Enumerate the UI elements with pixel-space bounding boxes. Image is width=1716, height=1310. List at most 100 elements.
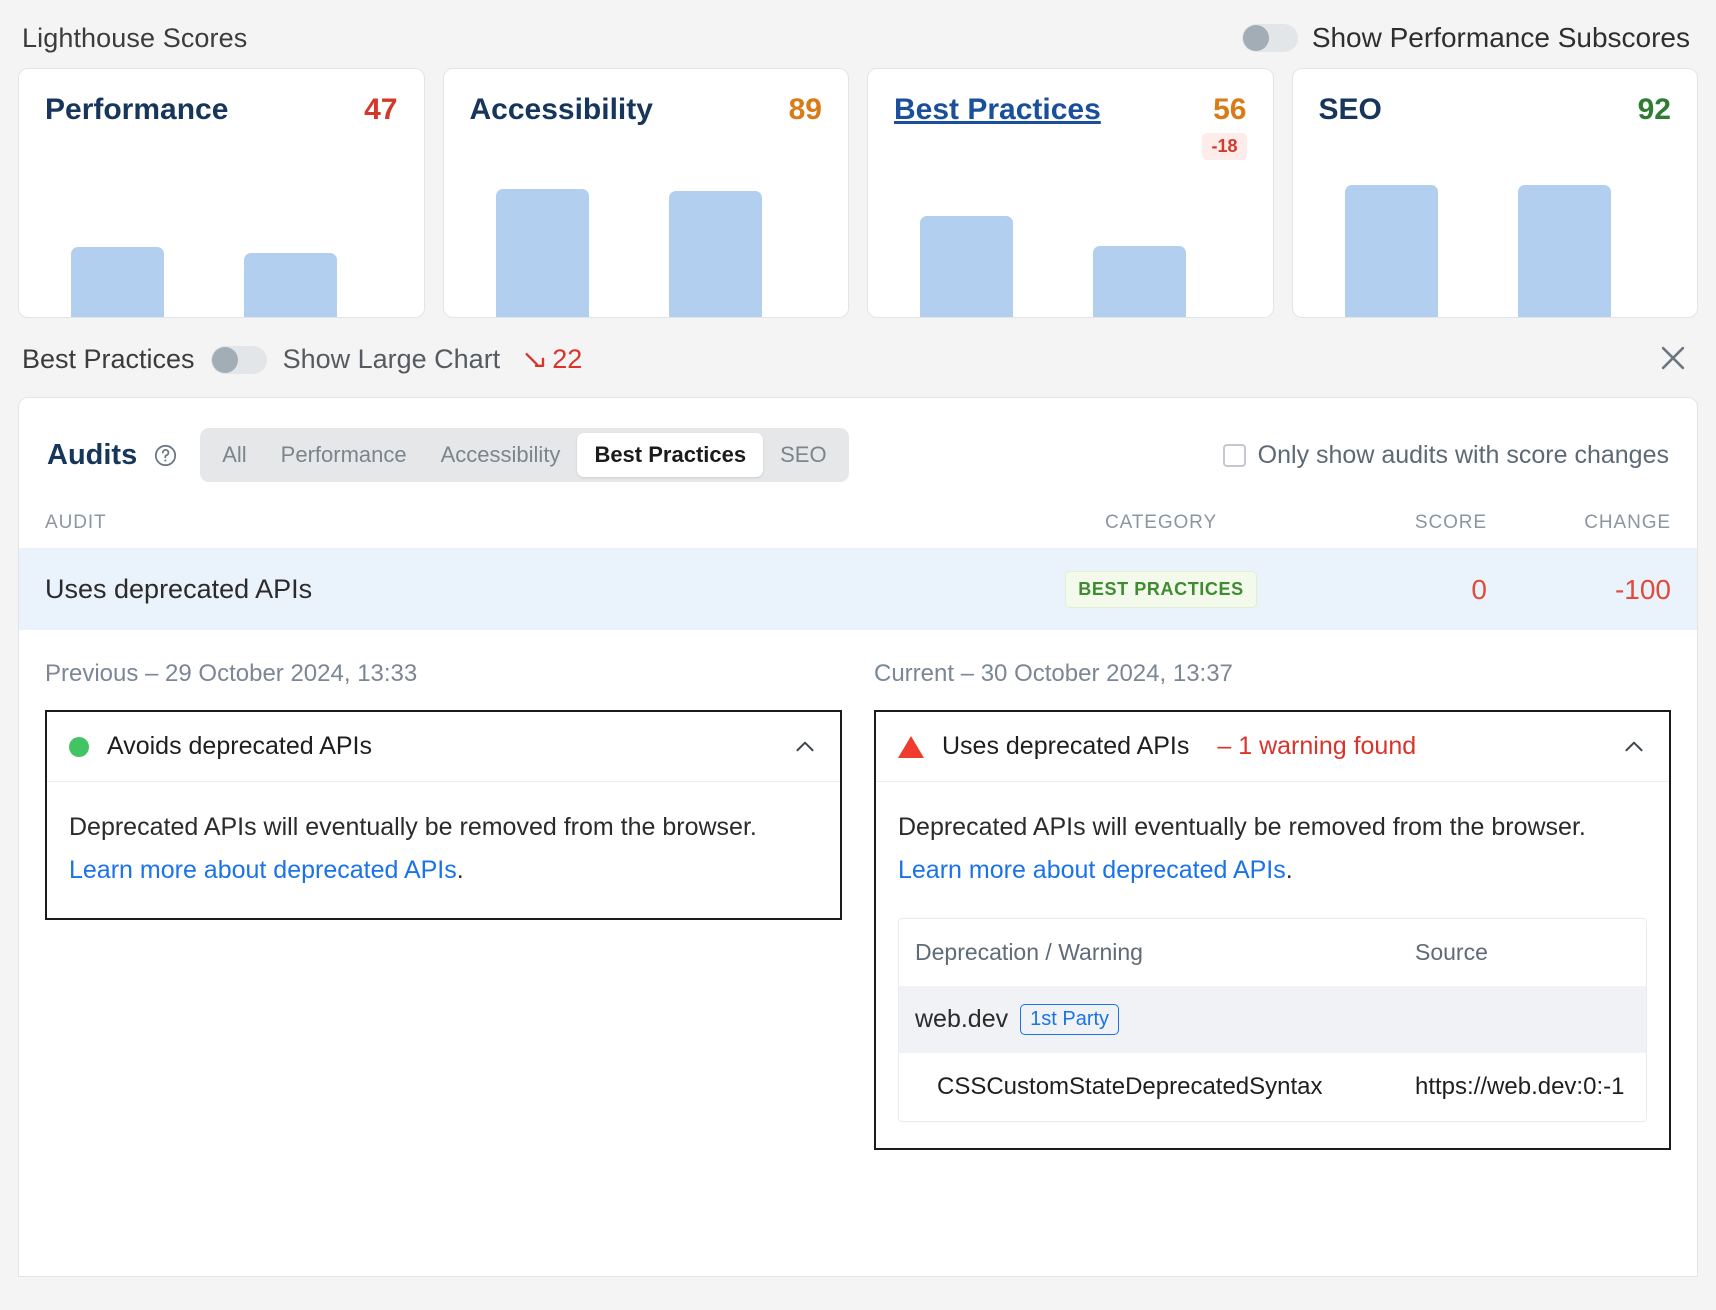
audits-toolbar-left: Audits All Performance Accessibility Bes… [47, 428, 849, 482]
column-header-score: SCORE [1414, 512, 1487, 533]
audit-category-cell: BEST PRACTICES [1011, 571, 1311, 608]
score-card-seo[interactable]: SEO 92 [1291, 68, 1698, 318]
audits-category-tabs[interactable]: All Performance Accessibility Best Pract… [200, 428, 849, 482]
tab-accessibility[interactable]: Accessibility [424, 433, 578, 477]
current-timestamp: Current – 30 October 2024, 13:37 [874, 660, 1233, 687]
chevron-up-icon[interactable] [792, 734, 818, 760]
card-header: SEO 92 [1293, 69, 1698, 125]
show-performance-subscores-label: Show Performance Subscores [1311, 22, 1690, 53]
toggle-knob [211, 346, 238, 373]
audits-title: Audits [47, 438, 138, 471]
current-audit-card-header[interactable]: Uses deprecated APIs – 1 warning found [876, 712, 1669, 782]
previous-description-tail: . [456, 856, 464, 884]
group-domain: web.dev [915, 1005, 1009, 1033]
bar-previous [1344, 185, 1438, 317]
previous-audit-card: Avoids deprecated APIs Deprecated APIs w… [45, 710, 842, 920]
previous-timestamp: Previous – 29 October 2024, 13:33 [45, 660, 418, 687]
current-description-text: Deprecated APIs will eventually be remov… [898, 813, 1586, 841]
card-score-group: 92 [1638, 95, 1671, 125]
audit-name: Uses deprecated APIs [45, 574, 313, 604]
score-card-best-practices[interactable]: Best Practices 56 -18 [867, 68, 1274, 318]
bar-current [1093, 246, 1186, 317]
table-row[interactable]: Uses deprecated APIs BEST PRACTICES 0 -1… [19, 549, 1697, 630]
previous-learn-more-link[interactable]: Learn more about deprecated APIs [69, 856, 457, 884]
deprecation-source: https://web.dev:0:-1 [1415, 1073, 1625, 1100]
tab-all[interactable]: All [205, 433, 263, 477]
deprecation-row: CSSCustomStateDeprecatedSyntax https://w… [899, 1053, 1646, 1121]
previous-description: Deprecated APIs will eventually be remov… [69, 806, 818, 892]
section-header: Best Practices Show Large Chart 22 [0, 318, 1716, 397]
column-header-category: CATEGORY [1104, 512, 1218, 533]
current-description: Deprecated APIs will eventually be remov… [898, 806, 1647, 892]
only-show-score-changes-checkbox[interactable] [1222, 443, 1246, 467]
trend-down-arrow-icon [525, 352, 545, 367]
trend-indicator: 22 [522, 344, 582, 375]
only-show-score-changes-control[interactable]: Only show audits with score changes [1222, 440, 1669, 470]
column-header-change: CHANGE [1584, 512, 1671, 533]
card-score: 47 [364, 93, 398, 126]
section-title: Best Practices [22, 344, 195, 374]
party-chip: 1st Party [1020, 1004, 1120, 1035]
audit-change: -100 [1614, 573, 1671, 605]
question-circle-icon[interactable] [153, 443, 178, 468]
trend-value: 22 [552, 344, 583, 374]
card-score: 92 [1637, 93, 1671, 126]
card-title: Performance [45, 93, 229, 126]
subscores-toggle-group[interactable]: Show Performance Subscores [1241, 22, 1694, 54]
current-audit-card: Uses deprecated APIs – 1 warning found D… [874, 710, 1671, 1150]
only-show-score-changes-label: Only show audits with score changes [1257, 440, 1669, 469]
previous-description-text: Deprecated APIs will eventually be remov… [69, 813, 757, 841]
bar-previous [495, 189, 589, 317]
current-warning-count: – 1 warning found [1217, 732, 1417, 760]
pass-circle-icon [69, 736, 89, 757]
bar-current [1517, 185, 1611, 317]
comparison-details: Previous – 29 October 2024, 13:33 Avoids… [19, 630, 1697, 1150]
show-large-chart-toggle[interactable] [210, 345, 267, 374]
card-score: 89 [788, 93, 822, 126]
card-score-group: 89 [789, 95, 822, 125]
deprecation-table-header: Deprecation / Warning Source [899, 919, 1646, 986]
card-header: Best Practices 56 -18 [868, 69, 1273, 160]
previous-audit-card-body: Deprecated APIs will eventually be remov… [47, 782, 840, 918]
audits-panel: Audits All Performance Accessibility Bes… [18, 397, 1698, 1277]
previous-column: Previous – 29 October 2024, 13:33 Avoids… [45, 646, 842, 1150]
audits-toolbar: Audits All Performance Accessibility Bes… [19, 398, 1697, 504]
current-description-tail: . [1285, 856, 1293, 884]
card-score-group: 56 -18 [1202, 93, 1247, 160]
show-large-chart-label: Show Large Chart [282, 344, 501, 374]
score-card-performance[interactable]: Performance 47 [18, 68, 425, 318]
previous-audit-heading: Avoids deprecated APIs [107, 732, 372, 760]
card-header: Accessibility 89 [444, 69, 849, 125]
column-header-audit: AUDIT [45, 512, 107, 533]
fail-triangle-icon [898, 735, 924, 758]
card-delta-badge: -18 [1202, 133, 1247, 160]
deprecation-group-row[interactable]: web.dev 1st Party [899, 986, 1646, 1053]
bar-current [244, 253, 337, 317]
deprecation-name: CSSCustomStateDeprecatedSyntax [937, 1073, 1323, 1100]
close-icon[interactable] [1656, 341, 1690, 375]
current-audit-card-body: Deprecated APIs will eventually be remov… [876, 782, 1669, 1148]
source-column-header: Source [1415, 939, 1488, 965]
card-title: SEO [1318, 93, 1382, 126]
deprecation-column-header: Deprecation / Warning [915, 939, 1143, 965]
card-title[interactable]: Best Practices [894, 95, 1101, 125]
deprecation-table: Deprecation / Warning Source web.dev 1st… [898, 918, 1647, 1122]
tab-performance[interactable]: Performance [264, 433, 424, 477]
card-score-group: 47 [364, 95, 397, 125]
show-performance-subscores-toggle[interactable] [1241, 24, 1298, 52]
card-score: 56 [1213, 93, 1247, 126]
current-learn-more-link[interactable]: Learn more about deprecated APIs [898, 856, 1286, 884]
scores-header: Lighthouse Scores Show Performance Subsc… [0, 0, 1716, 68]
current-column: Current – 30 October 2024, 13:37 Uses de… [874, 646, 1671, 1150]
bar-previous [920, 216, 1013, 317]
tab-best-practices[interactable]: Best Practices [577, 433, 764, 477]
tab-seo[interactable]: SEO [763, 433, 843, 477]
category-badge: BEST PRACTICES [1065, 571, 1257, 608]
score-card-accessibility[interactable]: Accessibility 89 [442, 68, 849, 318]
audit-score: 0 [1471, 573, 1487, 605]
toggle-knob [1242, 25, 1269, 51]
previous-audit-card-header[interactable]: Avoids deprecated APIs [47, 712, 840, 782]
chevron-up-icon[interactable] [1621, 734, 1647, 760]
current-audit-heading: Uses deprecated APIs [942, 732, 1190, 760]
score-cards: Performance 47 Accessibility 89 Best Pra… [0, 68, 1716, 318]
